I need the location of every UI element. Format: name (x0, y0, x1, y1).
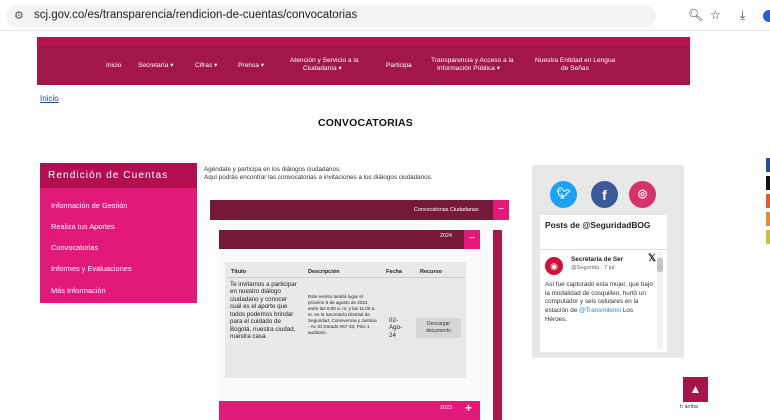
breadcrumb-home-link[interactable]: Inicio (40, 94, 59, 103)
nav-item-participa[interactable]: Participa (386, 62, 412, 70)
collapse-convocatorias-button[interactable]: − (493, 200, 509, 220)
table-cell-description: Este evento tendrá lugar el próximo 9 de… (308, 294, 377, 335)
posts-divider (540, 249, 667, 250)
chevron-up-icon[interactable]: ▲ (683, 377, 708, 402)
download-icon[interactable]: ⤓ (740, 8, 745, 23)
tweet-author-name[interactable]: Secretaría de Ser (571, 256, 623, 263)
convocatorias-header-label: Convocatorias Ciudadanas (414, 207, 479, 213)
nav-item-lengua-senas-2[interactable]: de Señas (561, 65, 589, 73)
sidebar-header: Rendición de Cuentas (40, 163, 197, 188)
sidebar-item-convocatorias[interactable]: Convocatorias (51, 243, 98, 252)
tune-icon[interactable]: ⚙ (14, 9, 24, 22)
sidebar-item-informes[interactable]: Informes y Evaluaciones (51, 264, 132, 273)
x-logo-icon[interactable]: 𝕏 (648, 253, 656, 264)
tweet-mention-link[interactable]: @Transmilenio (579, 307, 621, 314)
edge-tab-amber[interactable] (766, 212, 770, 226)
nav-top-strip (37, 37, 690, 45)
convocatorias-accordion-header[interactable]: Convocatorias Ciudadanas (210, 200, 493, 220)
facebook-icon[interactable]: f (591, 181, 618, 208)
sidebar-item-mas-informacion[interactable]: Más Información (51, 286, 106, 295)
column-header-fecha: Fecha (386, 269, 402, 275)
tweet-handle[interactable]: @Segurida · 7 jul. (571, 265, 616, 271)
nav-item-atencion-2[interactable]: Ciudadanía ▾ (303, 65, 342, 73)
zoom-icon[interactable]: 🔍︎ (688, 8, 703, 22)
column-header-titulo: Título (231, 269, 246, 275)
year-2023-accordion-header[interactable]: 2023 + (219, 401, 480, 420)
table-cell-title: Te invitamos a participar en nuestro diá… (230, 281, 297, 341)
instagram-icon[interactable]: ◎ (629, 181, 656, 208)
star-icon[interactable]: ☆ (710, 8, 721, 22)
year-2024-label: 2024 (440, 233, 452, 239)
edge-tab-black[interactable] (766, 176, 770, 190)
sidebar-item-informacion-gestion[interactable]: Información de Gestión (51, 201, 127, 210)
column-header-descripcion: Descripción (308, 269, 340, 275)
expand-2023-button[interactable]: + (465, 401, 472, 415)
intro-text-2: Aquí podrás encontrar las convocatorias … (204, 174, 433, 181)
tweet-avatar[interactable]: ◉ (545, 257, 563, 275)
intro-text: Agéndate y participa en los diálogos ciu… (204, 166, 341, 173)
address-bar[interactable]: ⚙ scj.gov.co/es/transparencia/rendicion-… (6, 5, 656, 27)
sidebar-item-realiza-aportes[interactable]: Realiza tus Aportes (51, 222, 115, 231)
nav-item-transparencia[interactable]: Transparencia y Acceso a la (431, 57, 514, 65)
profile-avatar[interactable] (763, 10, 770, 22)
tweet-text: Así fue capturado esta mujer, que bajo l… (545, 281, 655, 324)
feed-scroll-thumb[interactable] (657, 258, 663, 272)
nav-item-lengua-senas[interactable]: Nuestra Entidad en Lengua (535, 57, 615, 65)
twitter-icon[interactable]: 🐦︎ (550, 181, 577, 208)
collapse-2024-button[interactable]: − (464, 230, 480, 249)
nav-item-transparencia-2[interactable]: Información Pública ▾ (437, 65, 500, 73)
panel-scrollbar[interactable] (493, 230, 502, 420)
scroll-top-label[interactable]: Ir arriba (680, 404, 698, 410)
table-cell-date: 02-Ago-24 (389, 317, 403, 339)
posts-title: Posts de @SeguridadBOG (545, 220, 651, 230)
nav-item-cifras[interactable]: Cifras ▾ (195, 62, 217, 70)
url-text[interactable]: scj.gov.co/es/transparencia/rendicion-de… (34, 9, 357, 21)
browser-toolbar: ⚙ scj.gov.co/es/transparencia/rendicion-… (0, 0, 770, 31)
nav-item-secretaria[interactable]: Secretaría ▾ (138, 62, 174, 70)
page-title: CONVOCATORIAS (318, 117, 413, 129)
edge-tab-yellow[interactable] (766, 230, 770, 244)
edge-tab-orange[interactable] (766, 194, 770, 208)
year-2023-label: 2023 (440, 405, 452, 411)
sidebar-title: Rendición de Cuentas (48, 170, 169, 181)
column-header-recurso: Recurso (420, 269, 443, 275)
table-divider (227, 277, 465, 278)
download-document-button[interactable]: Descargar documento (416, 318, 461, 338)
sidebar: Rendición de Cuentas Información de Gest… (40, 163, 197, 303)
edge-tab-blue[interactable] (766, 158, 770, 172)
nav-item-prensa[interactable]: Prensa ▾ (238, 62, 264, 70)
nav-item-atencion[interactable]: Atención y Servicio a la (290, 57, 359, 65)
nav-item-inicio[interactable]: Inicio (106, 62, 121, 70)
year-2024-accordion-header[interactable]: 2024 (219, 230, 464, 249)
